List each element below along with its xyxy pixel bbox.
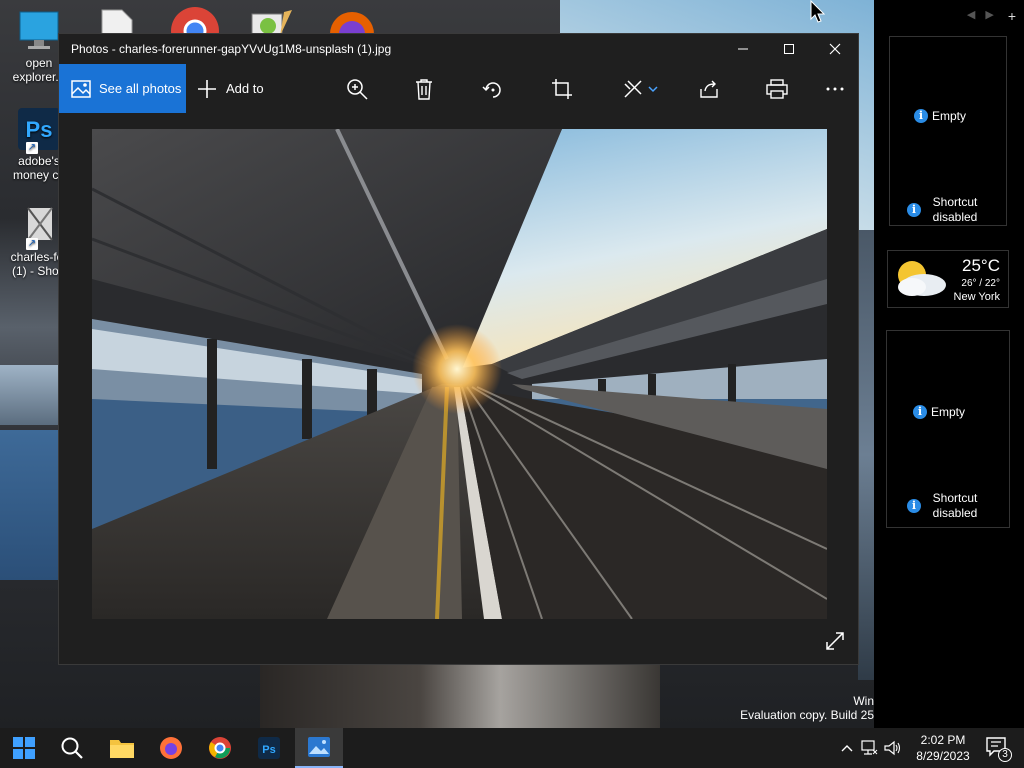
info-icon: i	[914, 109, 928, 123]
firefox-desktop-icon[interactable]	[328, 8, 376, 56]
window-title: Photos - charles-forerunner-gapYVvUg1M8-…	[71, 42, 392, 56]
weather-temperature: 25°C	[962, 256, 1000, 275]
speaker-icon	[884, 740, 901, 756]
print-button[interactable]	[759, 64, 795, 113]
photo-image[interactable]	[92, 129, 827, 619]
add-to-button[interactable]: Add to	[186, 64, 264, 113]
evaluation-watermark: Win Evaluation copy. Build 25	[740, 694, 874, 722]
windows-logo-icon	[13, 737, 35, 759]
weather-city: New York	[953, 291, 1000, 303]
widget-shortcut-label: Shortcut disabled	[932, 491, 978, 520]
widget-slot-2[interactable]: i Empty i Shortcut disabled	[886, 330, 1010, 528]
svg-text:Ps: Ps	[262, 744, 275, 756]
minimize-button[interactable]	[720, 34, 766, 64]
weather-widget[interactable]: 25°C 26° / 22° New York	[887, 250, 1009, 308]
crop-button[interactable]	[544, 64, 580, 113]
show-hidden-icons-button[interactable]	[838, 744, 856, 752]
taskbar: Ps 2:02 PM 8/29/2023 3	[0, 728, 1024, 768]
photos-app-icon	[308, 737, 330, 757]
chrome-icon	[209, 737, 231, 759]
search-icon	[61, 737, 83, 759]
taskbar-clock[interactable]: 2:02 PM 8/29/2023	[905, 732, 981, 764]
weather-cloud-sun-icon	[890, 257, 950, 306]
firefox-taskbar-button[interactable]	[147, 728, 195, 768]
start-button[interactable]	[0, 728, 48, 768]
share-icon	[700, 80, 718, 98]
shortcut-arrow-icon: ↗	[26, 142, 38, 154]
photos-taskbar-button[interactable]	[295, 728, 343, 768]
photoshop-taskbar-button[interactable]: Ps	[245, 728, 293, 768]
train-platform-photo	[92, 129, 827, 619]
title-bar[interactable]: Photos - charles-forerunner-gapYVvUg1M8-…	[59, 34, 858, 64]
delete-button[interactable]	[406, 64, 442, 113]
photos-window[interactable]: Photos - charles-forerunner-gapYVvUg1M8-…	[58, 33, 859, 665]
notification-count-badge: 3	[998, 748, 1012, 762]
clock-date: 8/29/2023	[916, 749, 970, 763]
rotate-button[interactable]	[475, 64, 511, 113]
zoom-button[interactable]	[339, 64, 375, 113]
maximize-button[interactable]	[766, 34, 812, 64]
info-icon: i	[913, 405, 927, 419]
widget-empty-label: Empty	[931, 405, 966, 419]
notification-center-button[interactable]: 3	[986, 737, 1014, 762]
watermark-line-2: Evaluation copy. Build 25	[740, 708, 874, 722]
zoom-in-icon	[347, 78, 368, 100]
widget-shortcut-label: Shortcut disabled	[932, 195, 978, 224]
plus-icon	[198, 79, 216, 98]
photoshop-icon: Ps	[258, 737, 280, 759]
photos-toolbar: See all photos Add to	[59, 64, 858, 113]
expand-button[interactable]	[825, 631, 845, 651]
shortcut-arrow-icon: ↗	[26, 238, 38, 250]
edit-create-button[interactable]	[615, 64, 665, 113]
maximize-icon	[784, 44, 794, 54]
rotate-icon	[482, 81, 501, 98]
gallery-icon	[71, 79, 91, 98]
watermark-line-1: Win	[853, 694, 874, 708]
network-button[interactable]	[856, 740, 882, 756]
monitor-icon	[18, 10, 60, 52]
more-dots-icon	[826, 87, 844, 90]
prev-widget-icon[interactable]: ◀	[967, 8, 975, 24]
chevron-up-icon	[841, 745, 853, 752]
share-button[interactable]	[691, 64, 727, 113]
svg-text:Ps: Ps	[26, 117, 53, 142]
see-all-photos-label: See all photos	[99, 81, 182, 96]
trash-icon	[416, 78, 432, 100]
printer-icon	[766, 78, 788, 99]
photoshop-icon: Ps ↗	[18, 108, 60, 154]
file-explorer-button[interactable]	[98, 728, 146, 768]
see-all-photos-button[interactable]: See all photos	[59, 64, 186, 113]
edit-tools-icon	[624, 79, 642, 98]
add-widget-icon[interactable]: +	[1008, 8, 1016, 24]
folder-icon	[110, 740, 134, 758]
clock-time: 2:02 PM	[920, 733, 966, 747]
more-options-button[interactable]	[817, 64, 853, 113]
close-button[interactable]	[812, 34, 858, 64]
close-icon	[829, 43, 841, 55]
network-icon	[861, 740, 878, 755]
weather-range: 26° / 22°	[961, 278, 1000, 289]
add-to-label: Add to	[226, 81, 264, 96]
chrome-desktop-icon[interactable]	[170, 6, 220, 55]
chevron-down-icon	[648, 85, 658, 92]
info-icon: i	[907, 203, 921, 217]
firefox-icon	[160, 737, 182, 759]
crop-icon	[552, 78, 572, 99]
info-icon: i	[907, 499, 921, 513]
search-button[interactable]	[48, 728, 96, 768]
widget-slot-1[interactable]: i Empty i Shortcut disabled	[889, 36, 1007, 226]
volume-button[interactable]	[882, 740, 904, 756]
minimize-icon	[738, 48, 748, 50]
widget-empty-label: Empty	[932, 109, 967, 123]
image-file-icon: ↗	[18, 204, 60, 250]
next-widget-icon[interactable]: ▶	[985, 8, 993, 24]
expand-icon	[826, 632, 844, 650]
mouse-cursor-icon	[810, 0, 826, 29]
chrome-taskbar-button[interactable]	[196, 728, 244, 768]
fullscreen-button[interactable]	[791, 583, 815, 607]
